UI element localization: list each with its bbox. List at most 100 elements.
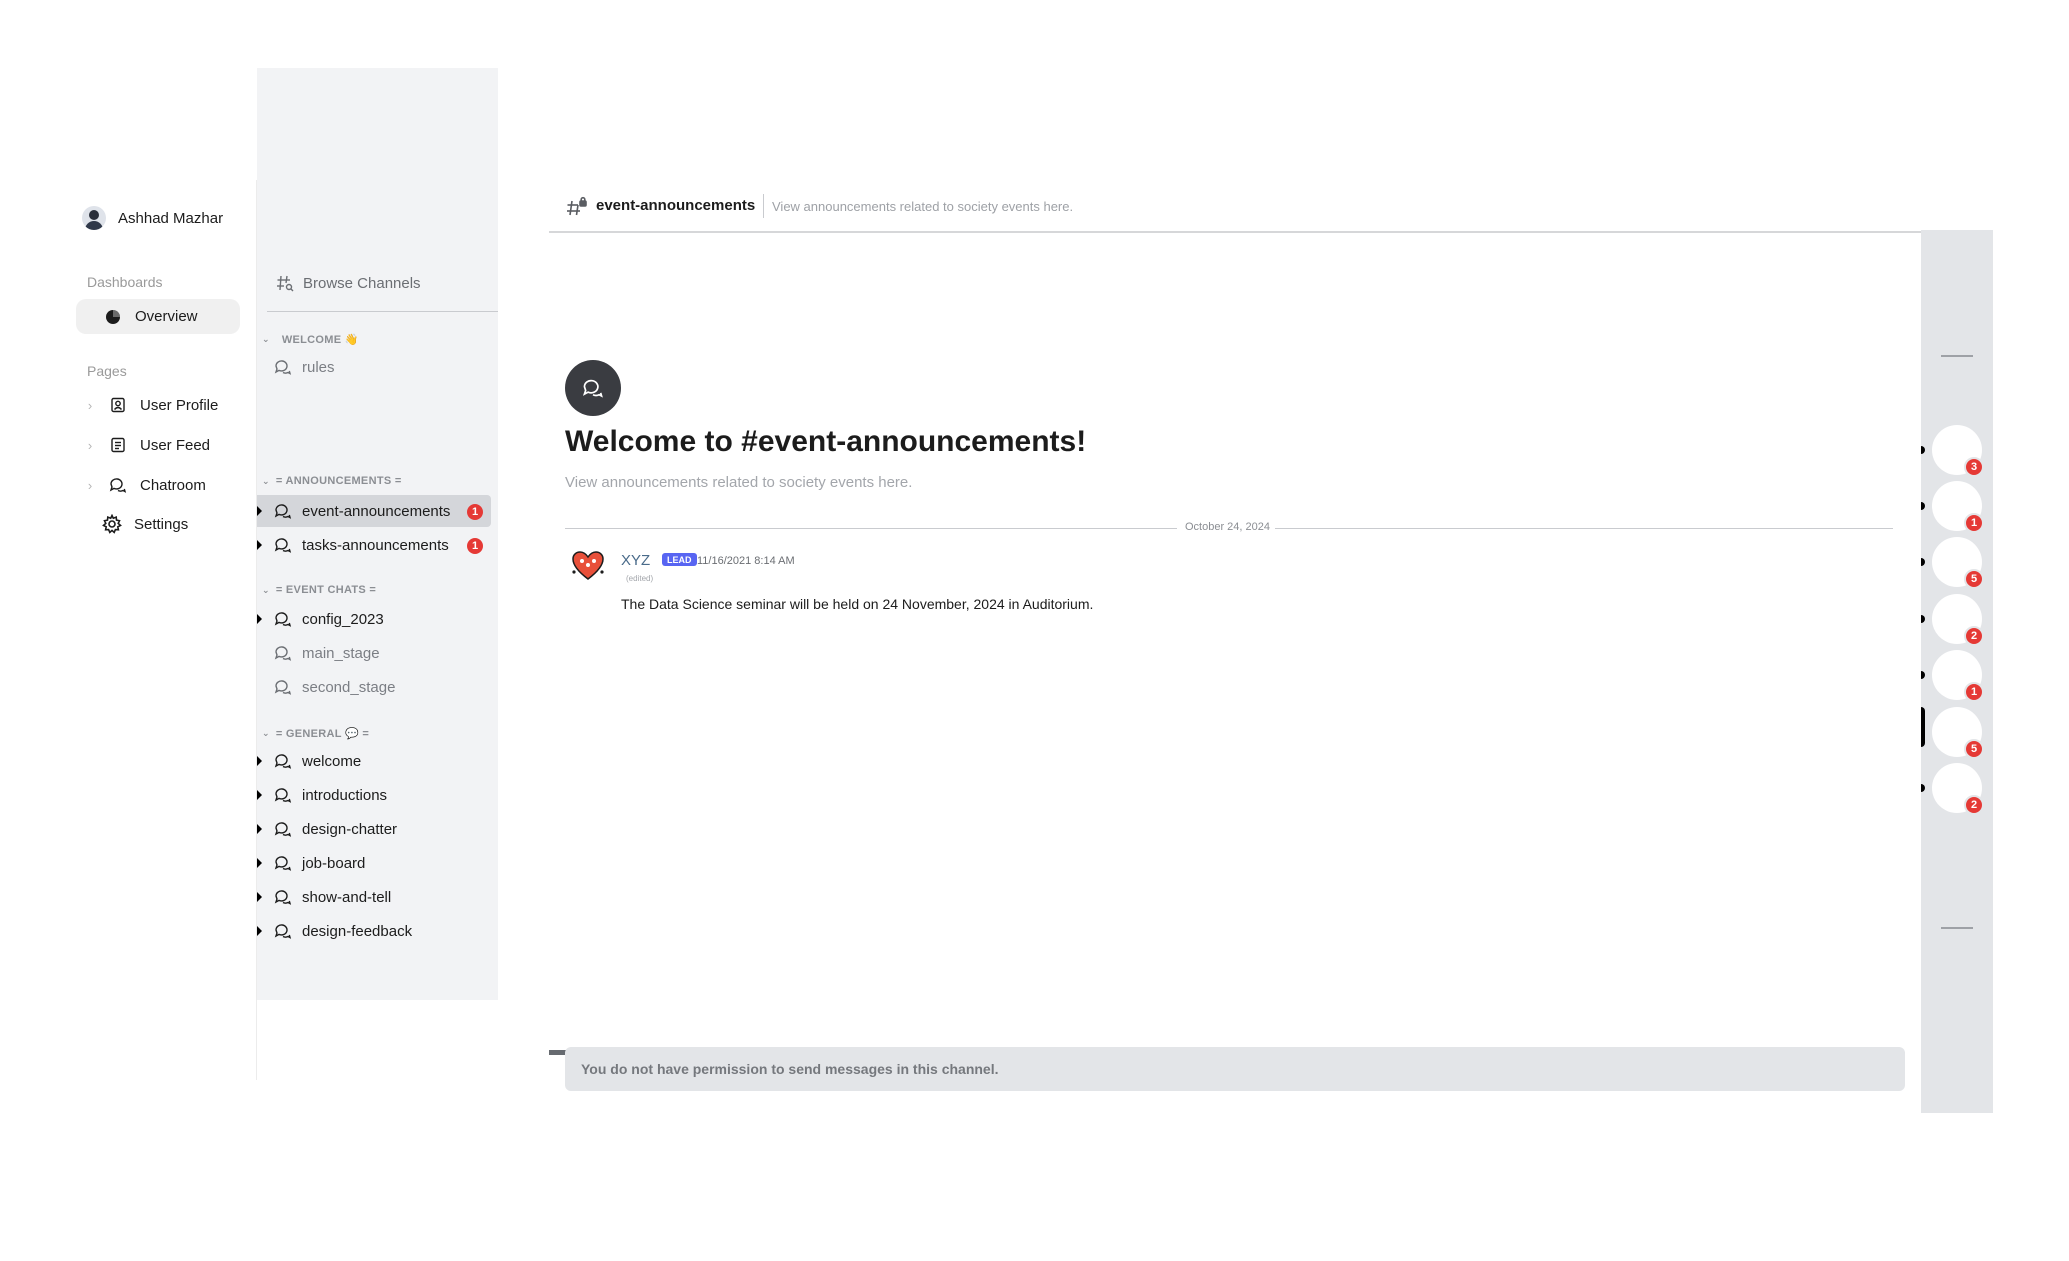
- channel-name: event-announcements: [302, 502, 451, 520]
- server-badge: 1: [1964, 513, 1984, 533]
- unread-indicator: [257, 924, 264, 938]
- channel-design-feedback[interactable]: design-feedback: [257, 915, 491, 947]
- channel-second-stage[interactable]: second_stage: [257, 671, 491, 703]
- message-composer: You do not have permission to send messa…: [565, 1047, 1905, 1091]
- unread-pill: [1921, 784, 1925, 792]
- dashboards-section-label: Dashboards: [87, 274, 163, 290]
- category-announcements[interactable]: ⌄ = ANNOUNCEMENTS =: [262, 475, 402, 487]
- unread-indicator: [257, 538, 264, 552]
- pie-chart-icon: [103, 307, 123, 327]
- nav-item-label: Overview: [135, 308, 198, 325]
- channel-name: introductions: [302, 786, 388, 804]
- unread-pill: [1921, 558, 1925, 566]
- divider: [763, 194, 764, 218]
- unread-indicator: [257, 754, 264, 768]
- nav-item-label: Chatroom: [140, 476, 206, 494]
- channel-name: main_stage: [302, 644, 380, 662]
- channel-show-and-tell[interactable]: show-and-tell: [257, 881, 491, 913]
- chat-icon: [273, 609, 293, 629]
- channel-event-announcements[interactable]: event-announcements 1: [257, 495, 491, 527]
- chevron-right-icon: ›: [87, 397, 93, 413]
- server-icon[interactable]: 5: [1932, 537, 1984, 589]
- unread-indicator: [257, 504, 264, 518]
- chevron-down-icon: ⌄: [262, 334, 270, 344]
- chevron-down-icon: ⌄: [262, 728, 270, 738]
- chat-icon: [273, 921, 293, 941]
- hash-lock-icon: [566, 196, 588, 218]
- channel-name: show-and-tell: [302, 888, 392, 906]
- server-icon[interactable]: 2: [1932, 594, 1984, 646]
- nav-item-label: Settings: [134, 515, 189, 533]
- nav-item-label: User Feed: [140, 436, 211, 454]
- unread-indicator: [257, 856, 264, 870]
- edited-label: (edited): [626, 574, 654, 583]
- channel-name: rules: [302, 358, 335, 376]
- category-event-chats[interactable]: ⌄ = EVENT CHATS =: [262, 584, 376, 596]
- unread-indicator: [257, 788, 264, 802]
- chat-icon: [273, 357, 293, 377]
- channel-name: welcome: [302, 752, 362, 770]
- server-icon[interactable]: 5: [1932, 707, 1984, 759]
- nav-item-chatroom[interactable]: › Chatroom: [84, 475, 206, 495]
- unread-pill: [1921, 502, 1925, 510]
- server-icon[interactable]: 1: [1932, 481, 1984, 533]
- chevron-right-icon: ›: [87, 437, 93, 453]
- channel-rules[interactable]: rules: [257, 351, 491, 383]
- welcome-title: Welcome to #event-announcements!: [565, 425, 1087, 458]
- category-label: = ANNOUNCEMENTS =: [275, 475, 402, 487]
- chevron-right-icon: ›: [87, 477, 93, 493]
- server-rail: 3 1 5 2 1 5 2: [1921, 230, 1993, 1113]
- channel-design-chatter[interactable]: design-chatter: [257, 813, 491, 845]
- chat-icon: [273, 853, 293, 873]
- user-account[interactable]: Ashhad Mazhar: [82, 206, 223, 230]
- unread-indicator: [257, 612, 264, 626]
- rail-divider: [1941, 927, 1973, 929]
- channel-tasks-announcements[interactable]: tasks-announcements 1: [257, 529, 491, 561]
- browse-channels-button[interactable]: Browse Channels: [275, 273, 421, 293]
- nav-item-user-feed[interactable]: › User Feed: [84, 435, 210, 455]
- category-welcome[interactable]: ⌄ WELCOME 👋: [262, 333, 359, 346]
- channel-header: event-announcements View announcements r…: [549, 184, 1989, 232]
- channel-topic: View announcements related to society ev…: [772, 199, 1074, 214]
- nav-item-user-profile[interactable]: › User Profile: [84, 395, 219, 415]
- user-profile-icon: [108, 395, 128, 415]
- pages-section-label: Pages: [87, 363, 127, 379]
- server-icon[interactable]: 1: [1932, 650, 1984, 702]
- selected-pill: [1921, 707, 1925, 747]
- server-icon[interactable]: 2: [1932, 763, 1984, 815]
- nav-item-overview[interactable]: Overview: [76, 299, 240, 334]
- chat-icon: [273, 677, 293, 697]
- unread-pill: [1921, 446, 1925, 454]
- user-name: Ashhad Mazhar: [118, 209, 224, 227]
- unread-pill: [1921, 671, 1925, 679]
- hash-search-icon: [275, 273, 295, 293]
- gear-icon: [102, 514, 122, 534]
- channel-introductions[interactable]: introductions: [257, 779, 491, 811]
- channel-sidebar: Browse Channels ⌄ WELCOME 👋 rules ⌄ = AN…: [257, 68, 498, 1000]
- channel-title: event-announcements: [596, 197, 756, 214]
- unread-indicator: [257, 890, 264, 904]
- date-divider-label: October 24, 2024: [1181, 521, 1275, 533]
- channel-welcome[interactable]: welcome: [257, 745, 491, 777]
- channel-job-board[interactable]: job-board: [257, 847, 491, 879]
- chat-icon: [273, 819, 293, 839]
- channel-name: tasks-announcements: [302, 536, 449, 554]
- category-general[interactable]: ⌄ = GENERAL 💬 =: [262, 727, 369, 740]
- chevron-down-icon: ⌄: [262, 475, 270, 486]
- channel-name: job-board: [302, 854, 366, 872]
- browse-channels-label: Browse Channels: [303, 274, 421, 292]
- chat-icon: [273, 887, 293, 907]
- channel-name: second_stage: [302, 678, 396, 696]
- nav-item-settings[interactable]: Settings: [102, 514, 188, 534]
- unread-indicator: [257, 822, 264, 836]
- message-author[interactable]: XYZ: [621, 552, 650, 569]
- chat-icon: [108, 475, 128, 495]
- message: XYZ LEAD 11/16/2021 8:14 AM (edited) The…: [570, 548, 1870, 618]
- server-icon[interactable]: 3: [1932, 425, 1984, 477]
- channel-config-2023[interactable]: config_2023: [257, 603, 491, 635]
- feed-icon: [108, 435, 128, 455]
- nav-item-label: User Profile: [140, 396, 219, 414]
- channel-main-stage[interactable]: main_stage: [257, 637, 491, 669]
- channel-name: design-feedback: [302, 922, 413, 940]
- heart-avatar-icon[interactable]: [570, 548, 606, 584]
